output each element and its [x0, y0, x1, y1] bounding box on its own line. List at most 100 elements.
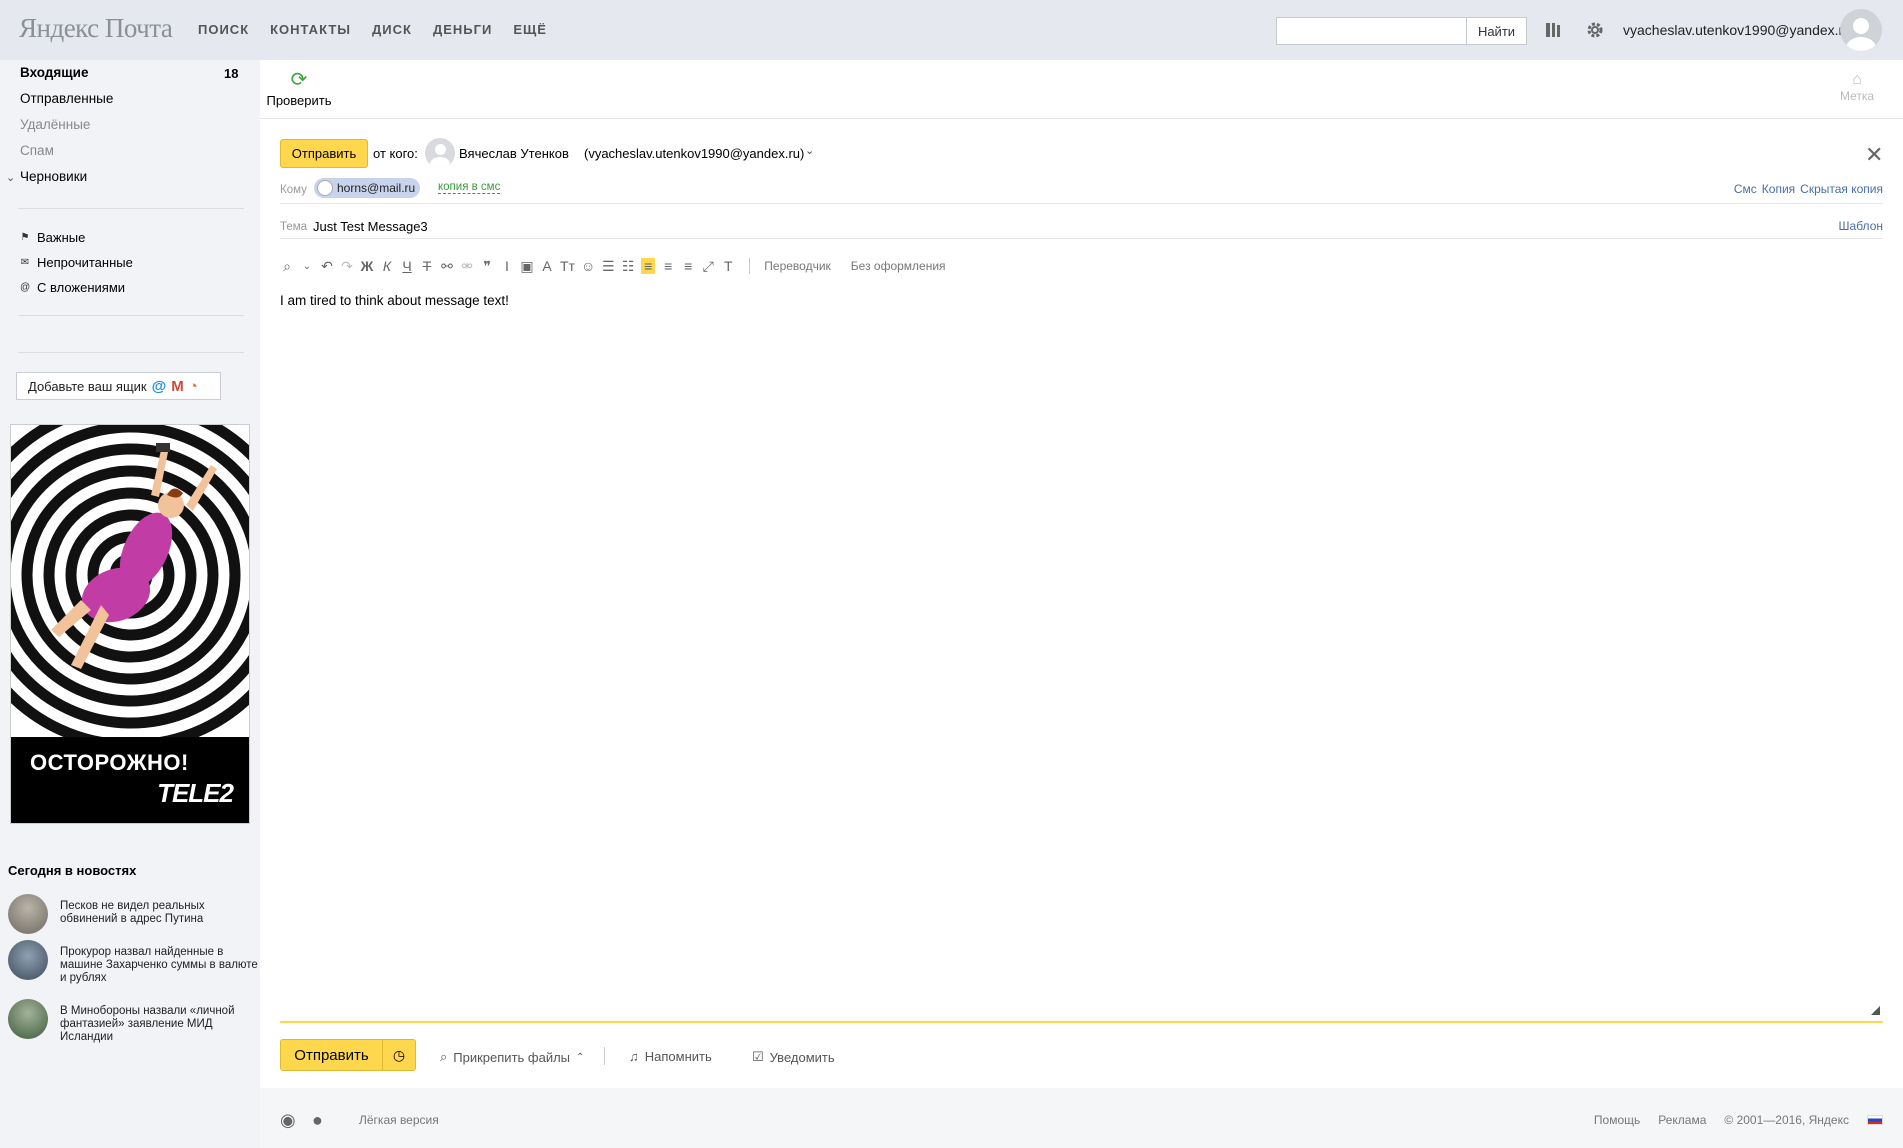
nav-contacts[interactable]: КОНТАКТЫ [270, 22, 351, 37]
attach-files-button[interactable]: ⌕ Прикрепить файлы ⌃ [440, 1049, 584, 1065]
close-icon[interactable]: ✕ [1865, 142, 1883, 168]
footer: ◉ ● Лёгкая версия Помощь Реклама © 2001—… [260, 1088, 1903, 1148]
undo-icon[interactable]: ↶ [320, 258, 334, 275]
copyright: © 2001—2016, Яндекс [1724, 1113, 1849, 1127]
bold-icon[interactable]: Ж [360, 258, 374, 274]
redo-icon[interactable]: ↷ [340, 258, 354, 275]
align-left-icon[interactable]: ≡ [641, 258, 656, 274]
yandex-mail-logo[interactable]: Яндекс Почта [19, 13, 173, 44]
align-right-icon[interactable]: ≡ [681, 258, 695, 274]
bcc-link[interactable]: Скрытая копия [1800, 182, 1883, 196]
translator-button[interactable]: Переводчик [764, 259, 831, 273]
help-link[interactable]: Помощь [1594, 1113, 1640, 1127]
italic-icon[interactable]: К [380, 258, 394, 274]
add-mailbox-button[interactable]: Добавьте ваш ящик @ M ◔ [16, 372, 221, 400]
spiral-illustration [11, 425, 249, 737]
add-mailbox-label: Добавьте ваш ящик [28, 378, 147, 394]
news-item[interactable]: В Минобороны назвали «личной фантазией» … [8, 999, 258, 1044]
bell-icon: ♫ [629, 1049, 639, 1064]
news-headline: Прокурор назвал найденные в машине Захар… [60, 946, 258, 984]
attach-files-label: Прикрепить файлы [453, 1049, 571, 1065]
ad-headline: ОСТОРОЖНО! [30, 750, 189, 775]
chevron-down-icon[interactable]: ⌄ [805, 144, 814, 157]
fullscreen-icon[interactable]: ⤢ [701, 258, 715, 275]
chevron-down-icon[interactable]: ⌄ [300, 261, 314, 272]
attach-icon[interactable]: ⌕ [280, 258, 294, 275]
sms-link[interactable]: Смс [1734, 182, 1757, 196]
notify-button[interactable]: ☑ Уведомить [752, 1049, 835, 1065]
bullet-list-icon[interactable]: ☷ [621, 258, 635, 275]
divider [18, 315, 244, 316]
sender-name[interactable]: Вячеслав Утенков [459, 146, 569, 161]
layout-toggle-icon[interactable] [1542, 19, 1564, 41]
nav-more[interactable]: ЕЩЁ [513, 22, 547, 37]
user-avatar[interactable] [1840, 9, 1882, 51]
folder-inbox[interactable]: Входящие [20, 65, 88, 80]
user-email[interactable]: vyacheslav.utenkov1990@yandex.ru [1623, 22, 1851, 38]
news-section-title: Сегодня в новостях [8, 863, 137, 878]
subject-label: Тема [280, 221, 308, 233]
message-body[interactable]: I am tired to think about message text! [280, 293, 509, 308]
recipient-chip[interactable]: horns@mail.ru [314, 178, 421, 198]
align-center-icon[interactable]: ≡ [661, 258, 675, 274]
insert-block-icon[interactable]: ▣ [520, 258, 534, 275]
news-headline: В Минобороны назвали «личной фантазией» … [60, 1005, 235, 1043]
clear-format-icon[interactable]: T [721, 258, 735, 274]
font-color-icon[interactable]: A [540, 258, 554, 274]
ads-link[interactable]: Реклама [1658, 1113, 1706, 1127]
light-version-link[interactable]: Лёгкая версия [359, 1113, 439, 1127]
text-style-icon[interactable]: I [500, 258, 514, 274]
news-item[interactable]: Прокурор назвал найденные в машине Захар… [8, 940, 258, 985]
remind-label: Напомнить [644, 1049, 712, 1064]
strikethrough-icon[interactable]: T [420, 258, 434, 274]
folder-sent[interactable]: Отправленные [20, 91, 113, 106]
advertisement-banner[interactable]: ОСТОРОЖНО! TELE2 [10, 424, 250, 824]
sms-copy-link[interactable]: копия в смс [438, 181, 501, 194]
quote-icon[interactable]: ❞ [480, 258, 494, 275]
link-icon[interactable]: ⚯ [440, 258, 454, 275]
emoji-icon[interactable]: ☺ [581, 258, 595, 274]
news-thumbnail [8, 940, 48, 980]
apple-icon[interactable]: ● [312, 1110, 323, 1131]
news-item[interactable]: Песков не видел реальных обвинений в адр… [8, 894, 258, 934]
template-link[interactable]: Шаблон [1839, 219, 1883, 233]
remind-button[interactable]: ♫ Напомнить [629, 1049, 712, 1064]
nav-search[interactable]: ПОИСК [198, 22, 249, 37]
label-dropdown-button[interactable]: ⌂ Метка [1840, 71, 1874, 103]
label-important[interactable]: ⚑ Важные [20, 230, 86, 245]
paperclip-icon: ⌕ [440, 1049, 448, 1064]
news-thumbnail [8, 894, 48, 934]
cc-link[interactable]: Копия [1762, 182, 1795, 196]
label-attachments[interactable]: @ С вложениями [20, 280, 125, 295]
news-thumbnail [8, 999, 48, 1039]
clock-icon[interactable]: ◷ [383, 1040, 415, 1070]
gear-icon[interactable] [1584, 19, 1606, 41]
label-unread[interactable]: ✉ Непрочитанные [20, 255, 133, 270]
search-button[interactable]: Найти [1466, 17, 1527, 45]
rambler-icon: ◔ [188, 377, 198, 395]
font-size-icon[interactable]: Tт [560, 258, 575, 274]
android-icon[interactable]: ◉ [280, 1110, 296, 1131]
russia-flag-icon[interactable] [1867, 1115, 1883, 1125]
mail-search-input[interactable] [1276, 17, 1467, 45]
folder-spam[interactable]: Спам [20, 143, 54, 158]
notify-label: Уведомить [769, 1049, 835, 1065]
subject-input[interactable]: Just Test Message3 [313, 219, 428, 234]
mailru-icon: @ [151, 377, 167, 395]
send-button-bottom[interactable]: Отправить ◷ [280, 1039, 416, 1071]
nav-disk[interactable]: ДИСК [372, 22, 412, 37]
plain-text-button[interactable]: Без оформления [851, 259, 946, 273]
unlink-icon[interactable]: ⚮ [460, 258, 474, 275]
nav-money[interactable]: ДЕНЬГИ [433, 22, 492, 37]
folder-deleted[interactable]: Удалённые [20, 117, 90, 132]
resize-handle-icon[interactable] [1871, 1006, 1880, 1015]
check-mail-label: Проверить [266, 93, 332, 108]
check-mail-button[interactable]: ⟳ Проверить [266, 70, 332, 108]
divider [18, 208, 244, 209]
sender-email[interactable]: (vyacheslav.utenkov1990@yandex.ru) [584, 146, 804, 161]
folder-drafts[interactable]: Черновики [20, 169, 87, 184]
underline-icon[interactable]: Ч [400, 258, 414, 274]
numbered-list-icon[interactable]: ☰ [601, 258, 615, 275]
chevron-down-icon[interactable]: ⌄ [6, 171, 15, 184]
send-button-top[interactable]: Отправить [280, 139, 368, 168]
